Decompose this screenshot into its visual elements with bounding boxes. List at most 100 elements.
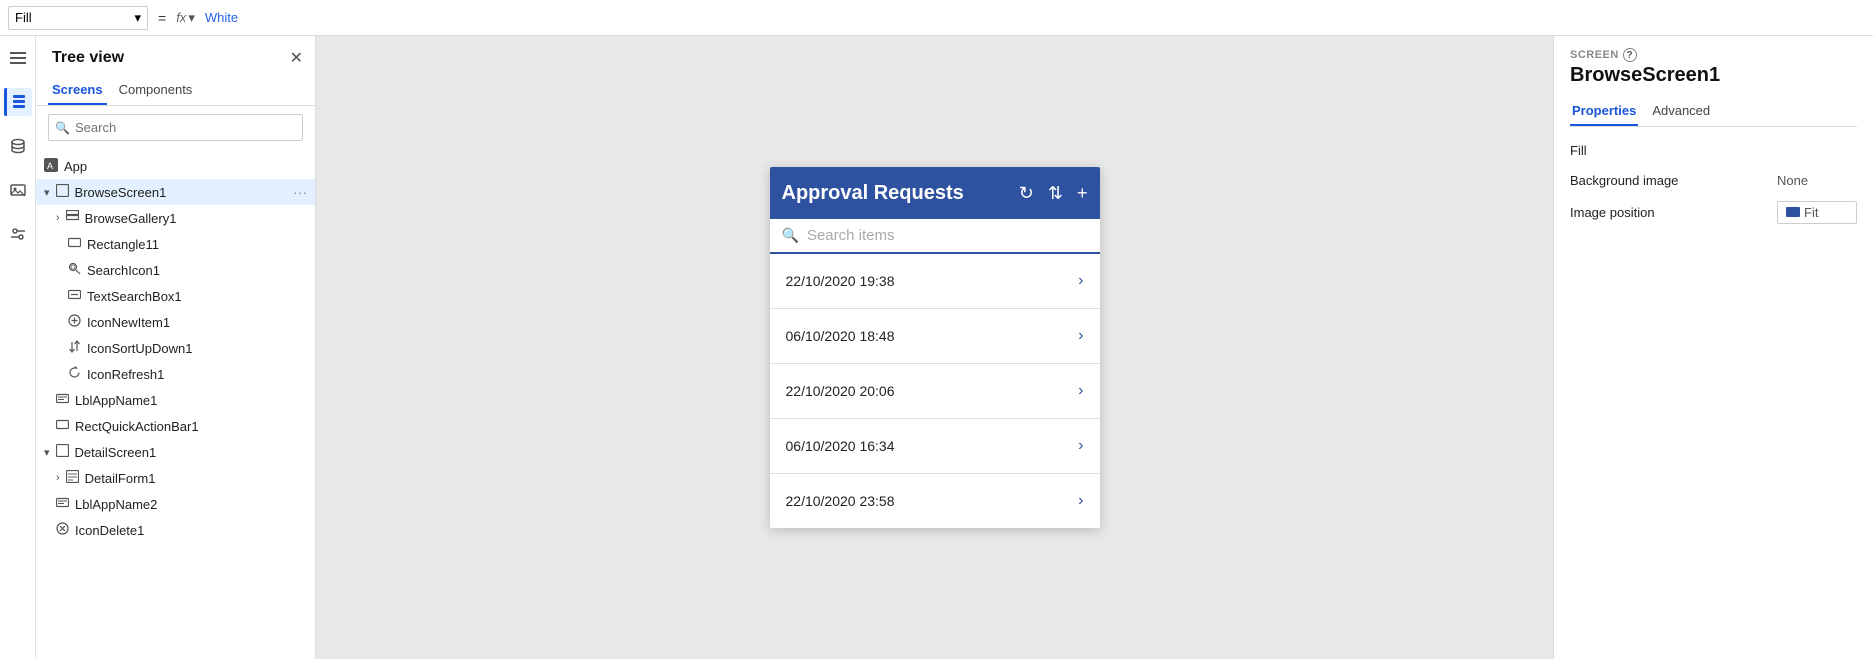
icon-type-icon — [68, 366, 81, 382]
tab-properties[interactable]: Properties — [1570, 97, 1638, 126]
refresh-icon[interactable]: ↻ — [1019, 183, 1034, 204]
app-list: 22/10/2020 19:38 › 06/10/2020 18:48 › 22… — [770, 254, 1100, 528]
nav-media-icon[interactable] — [4, 176, 32, 204]
tab-advanced[interactable]: Advanced — [1650, 97, 1712, 126]
app-header: Approval Requests ↻ ⇅ + — [770, 167, 1100, 219]
item-date: 22/10/2020 19:38 — [786, 273, 895, 289]
chevron-right-icon: › — [1078, 382, 1083, 400]
icon-type-icon — [68, 340, 81, 356]
tree-item-rectquickactionbar1[interactable]: RectQuickActionBar1 — [36, 413, 315, 439]
item-date: 06/10/2020 18:48 — [786, 328, 895, 344]
tree-item-icondelete1[interactable]: IconDelete1 — [36, 517, 315, 543]
search-placeholder[interactable]: Search items — [807, 227, 895, 244]
tree-item-searchicon1[interactable]: SearchIcon1 — [36, 257, 315, 283]
add-icon[interactable]: + — [1077, 183, 1088, 204]
list-item[interactable]: 22/10/2020 19:38 › — [770, 254, 1100, 309]
tree-close-button[interactable]: ✕ — [290, 48, 303, 68]
nav-menu-icon[interactable] — [4, 44, 32, 72]
list-item[interactable]: 06/10/2020 16:34 › — [770, 419, 1100, 474]
tree-item-rectangle11[interactable]: Rectangle11 — [36, 231, 315, 257]
nav-controls-icon[interactable] — [4, 220, 32, 248]
list-item[interactable]: 06/10/2020 18:48 › — [770, 309, 1100, 364]
form-icon — [66, 470, 79, 486]
left-nav — [0, 36, 36, 659]
tree-item-label: DetailScreen1 — [75, 445, 157, 460]
screen-icon — [56, 444, 69, 460]
tree-search-container: 🔍 — [48, 114, 303, 141]
background-image-value: None — [1777, 170, 1857, 191]
tree-item-lblappname2[interactable]: LblAppName2 — [36, 491, 315, 517]
tree-panel: Tree view ✕ Screens Components 🔍 A App ▾ — [36, 36, 316, 659]
search-input[interactable] — [48, 114, 303, 141]
fill-label: Fill — [1570, 143, 1857, 158]
tree-item-label: LblAppName1 — [75, 393, 157, 408]
tree-item-label: App — [64, 159, 87, 174]
rectangle-icon — [56, 418, 69, 434]
properties-tabs: Properties Advanced — [1570, 97, 1857, 127]
tree-item-app[interactable]: A App — [36, 153, 315, 179]
list-item[interactable]: 22/10/2020 20:06 › — [770, 364, 1100, 419]
tree-item-label: BrowseScreen1 — [75, 185, 167, 200]
icon-type-icon — [68, 314, 81, 330]
tree-item-label: RectQuickActionBar1 — [75, 419, 199, 434]
app-search-bar: 🔍 Search items — [770, 219, 1100, 254]
chevron-right-icon: › — [1078, 492, 1083, 510]
tree-item-browsegallery1[interactable]: › BrowseGallery1 — [36, 205, 315, 231]
tree-item-iconsortupdown1[interactable]: IconSortUpDown1 — [36, 335, 315, 361]
background-image-row: Background image None — [1570, 170, 1857, 191]
property-dropdown-icon[interactable]: ▾ — [134, 10, 141, 26]
tree-tabs: Screens Components — [36, 76, 315, 106]
tree-item-detailscreen1[interactable]: ▾ DetailScreen1 — [36, 439, 315, 465]
nav-data-icon[interactable] — [4, 132, 32, 160]
right-panel: SCREEN ? BrowseScreen1 Properties Advanc… — [1553, 36, 1873, 659]
list-item[interactable]: 22/10/2020 23:58 › — [770, 474, 1100, 528]
chevron-right-icon: › — [1078, 437, 1083, 455]
property-selector[interactable]: Fill ▾ — [8, 6, 148, 30]
tree-item-label: IconNewItem1 — [87, 315, 170, 330]
screen-icon — [56, 184, 69, 200]
nav-treeview-icon[interactable] — [4, 88, 32, 116]
chevron-right-icon: › — [1078, 327, 1083, 345]
tree-item-textsearchbox1[interactable]: TextSearchBox1 — [36, 283, 315, 309]
item-date: 22/10/2020 23:58 — [786, 493, 895, 509]
gallery-icon — [66, 210, 79, 226]
tree-item-label: TextSearchBox1 — [87, 289, 182, 304]
tree-item-iconrefresh1[interactable]: IconRefresh1 — [36, 361, 315, 387]
image-position-text: Fit — [1804, 205, 1818, 220]
screen-name: BrowseScreen1 — [1570, 64, 1857, 87]
app-header-icons: ↻ ⇅ + — [1019, 183, 1088, 204]
sort-icon[interactable]: ⇅ — [1048, 183, 1063, 204]
tree-title: Tree view — [52, 49, 124, 67]
tree-item-label: LblAppName2 — [75, 497, 157, 512]
tree-header: Tree view ✕ — [36, 36, 315, 76]
tree-item-label: DetailForm1 — [85, 471, 156, 486]
fx-chevron: ▾ — [188, 10, 195, 26]
item-date: 22/10/2020 20:06 — [786, 383, 895, 399]
search-icon: 🔍 — [55, 121, 70, 135]
item-ellipsis[interactable]: ··· — [293, 184, 307, 200]
tree-item-iconnewitem1[interactable]: IconNewItem1 — [36, 309, 315, 335]
tab-screens[interactable]: Screens — [48, 76, 107, 105]
tree-item-lblappname1[interactable]: LblAppName1 — [36, 387, 315, 413]
chevron-down-icon: ▾ — [44, 186, 50, 199]
help-icon[interactable]: ? — [1623, 48, 1637, 62]
tree-item-label: BrowseGallery1 — [85, 211, 177, 226]
app-icon: A — [44, 158, 58, 175]
image-position-row: Image position Fit — [1570, 201, 1857, 224]
formula-value[interactable]: White — [205, 10, 238, 25]
formula-bar: Fill ▾ = fx ▾ White — [0, 0, 1873, 36]
tree-item-label: Rectangle11 — [87, 237, 159, 252]
tree-item-detailform1[interactable]: › DetailForm1 — [36, 465, 315, 491]
textbox-icon — [68, 288, 81, 304]
svg-text:A: A — [47, 161, 53, 171]
image-position-value[interactable]: Fit — [1777, 201, 1857, 224]
background-image-label: Background image — [1570, 173, 1678, 188]
fx-button[interactable]: fx ▾ — [176, 10, 195, 26]
tab-components[interactable]: Components — [115, 76, 197, 105]
screen-label: SCREEN ? — [1570, 48, 1857, 62]
tree-item-browsescreen1[interactable]: ▾ BrowseScreen1 ··· — [36, 179, 315, 205]
tree-item-label: SearchIcon1 — [87, 263, 160, 278]
chevron-down-icon: ▾ — [44, 446, 50, 459]
icon-type-icon — [56, 522, 69, 538]
image-position-label: Image position — [1570, 205, 1655, 220]
